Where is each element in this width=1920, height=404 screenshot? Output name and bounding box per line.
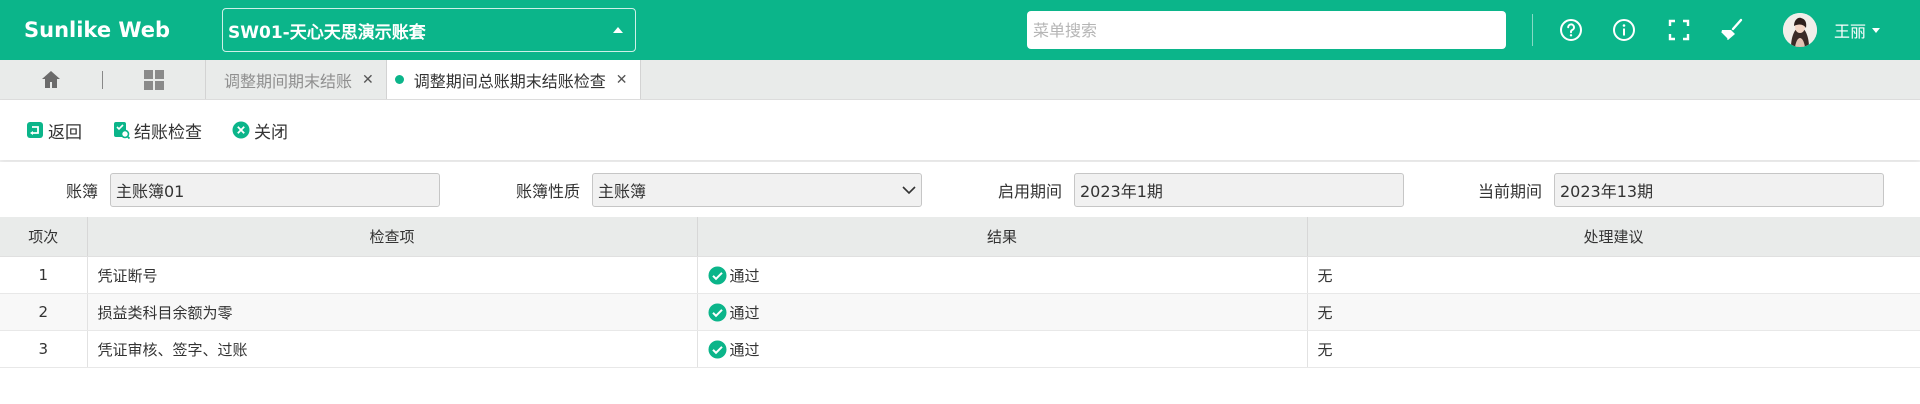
advice: 无 bbox=[1307, 256, 1920, 294]
caret-down-icon bbox=[1872, 27, 1881, 33]
nature-field: 主账簿 bbox=[592, 172, 922, 207]
start-period-input[interactable]: 2023年1期 bbox=[1074, 172, 1404, 207]
menu-search-input[interactable] bbox=[1027, 11, 1506, 49]
row-number: 2 bbox=[0, 293, 88, 331]
grid-icon bbox=[144, 69, 164, 90]
help-icon[interactable] bbox=[1557, 16, 1585, 44]
ledger-input[interactable]: 主账簿01 bbox=[110, 172, 440, 207]
check-result: 通过 bbox=[697, 330, 1308, 368]
table-empty-area bbox=[0, 368, 1920, 404]
ledger-label: 账簿 bbox=[65, 181, 98, 201]
tab-label: 调整期间期末结账 bbox=[224, 71, 353, 91]
close-tab-icon[interactable]: ✕ bbox=[362, 72, 374, 88]
back-icon bbox=[27, 122, 43, 138]
tab-period-close-check[interactable]: 调整期间总账期末结账检查 ✕ bbox=[386, 60, 641, 99]
active-tab-dot bbox=[394, 75, 404, 84]
user-menu[interactable]: 王丽 bbox=[1834, 18, 1881, 42]
close-circle-icon bbox=[232, 121, 250, 139]
check-circle-icon bbox=[708, 340, 726, 358]
start-field: 2023年1期 bbox=[1074, 172, 1404, 207]
filter-row: 账簿 主账簿01 账簿性质 主账簿 启用期间 2023年1期 当前期间 2023… bbox=[0, 162, 1920, 217]
check-result: 通过 bbox=[697, 293, 1308, 331]
start-period-value: 2023年1期 bbox=[1080, 181, 1163, 201]
tab-label: 调整期间总账期末结账检查 bbox=[413, 71, 606, 91]
chevron-down-icon bbox=[902, 185, 916, 194]
table-row[interactable]: 2 损益类科目余额为零 通过 无 bbox=[0, 293, 1920, 331]
brand-logo: Sunlike Web bbox=[24, 18, 171, 42]
nature-value: 主账簿 bbox=[598, 181, 647, 201]
caret-up-icon bbox=[613, 27, 623, 33]
result-text: 通过 bbox=[729, 303, 760, 322]
current-period-label: 当前期间 bbox=[1477, 181, 1542, 201]
column-header[interactable]: 处理建议 bbox=[1307, 217, 1920, 257]
back-button[interactable]: 返回 bbox=[26, 118, 82, 143]
tab-bar: 调整期间期末结账 ✕ 调整期间总账期末结账检查 ✕ bbox=[0, 60, 1920, 100]
nature-select[interactable]: 主账簿 bbox=[592, 172, 922, 207]
current-period-value: 2023年13期 bbox=[1560, 181, 1654, 201]
toolbar: 返回 结账检查 关闭 bbox=[0, 100, 1920, 160]
tab-apps[interactable] bbox=[103, 60, 206, 99]
check-result: 通过 bbox=[697, 256, 1308, 294]
clean-icon[interactable] bbox=[1718, 16, 1746, 44]
advice: 无 bbox=[1307, 330, 1920, 368]
column-header[interactable]: 检查项 bbox=[87, 217, 698, 257]
table-row[interactable]: 1 凭证断号 通过 无 bbox=[0, 256, 1920, 294]
table-header-row: 项次 检查项 结果 处理建议 bbox=[0, 217, 1920, 257]
check-item: 凭证断号 bbox=[87, 256, 698, 294]
table-row[interactable]: 3 凭证审核、签字、过账 通过 无 bbox=[0, 330, 1920, 368]
check-item: 损益类科目余额为零 bbox=[87, 293, 698, 331]
close-check-button[interactable]: 结账检查 bbox=[112, 118, 202, 143]
account-set-value: SW01-天心天思演示账套 bbox=[228, 22, 426, 43]
close-button[interactable]: 关闭 bbox=[232, 118, 288, 143]
check-circle-icon bbox=[708, 303, 726, 321]
current-label-wrap: 当前期间 bbox=[1404, 178, 1554, 202]
nature-label-wrap: 账簿性质 bbox=[440, 178, 592, 202]
column-header[interactable]: 结果 bbox=[697, 217, 1308, 257]
column-header[interactable]: 项次 bbox=[0, 217, 88, 257]
ledger-value: 主账簿01 bbox=[116, 181, 185, 201]
tab-home[interactable] bbox=[0, 60, 102, 99]
start-label-wrap: 启用期间 bbox=[922, 178, 1074, 202]
start-period-label: 启用期间 bbox=[997, 181, 1062, 201]
user-name: 王丽 bbox=[1834, 22, 1867, 41]
row-number: 1 bbox=[0, 256, 88, 294]
advice: 无 bbox=[1307, 293, 1920, 331]
fullscreen-icon[interactable] bbox=[1665, 16, 1693, 44]
result-text: 通过 bbox=[729, 340, 760, 359]
result-text: 通过 bbox=[729, 266, 760, 285]
close-tab-icon[interactable]: ✕ bbox=[616, 72, 628, 88]
ledger-field: 主账簿01 bbox=[110, 172, 440, 207]
current-field: 2023年13期 bbox=[1554, 172, 1884, 207]
row-number: 3 bbox=[0, 330, 88, 368]
ledger-label-wrap: 账簿 bbox=[0, 178, 110, 202]
current-period-input[interactable]: 2023年13期 bbox=[1554, 172, 1884, 207]
check-table: 项次 检查项 结果 处理建议 1 凭证断号 通过 无 2 损益类科目余额为零 通… bbox=[0, 217, 1920, 368]
header-divider bbox=[1532, 14, 1533, 46]
close-label: 关闭 bbox=[254, 122, 288, 143]
close-check-label: 结账检查 bbox=[134, 122, 202, 143]
check-item: 凭证审核、签字、过账 bbox=[87, 330, 698, 368]
check-doc-icon bbox=[114, 122, 130, 139]
user-avatar[interactable] bbox=[1783, 13, 1817, 47]
app-header: Sunlike Web SW01-天心天思演示账套 王丽 bbox=[0, 0, 1920, 60]
home-icon bbox=[42, 70, 60, 88]
info-icon[interactable] bbox=[1610, 16, 1638, 44]
tab-period-close[interactable]: 调整期间期末结账 ✕ bbox=[206, 60, 387, 99]
account-set-select[interactable]: SW01-天心天思演示账套 bbox=[222, 8, 636, 52]
check-circle-icon bbox=[708, 266, 726, 284]
back-label: 返回 bbox=[48, 122, 82, 143]
nature-label: 账簿性质 bbox=[515, 181, 580, 201]
